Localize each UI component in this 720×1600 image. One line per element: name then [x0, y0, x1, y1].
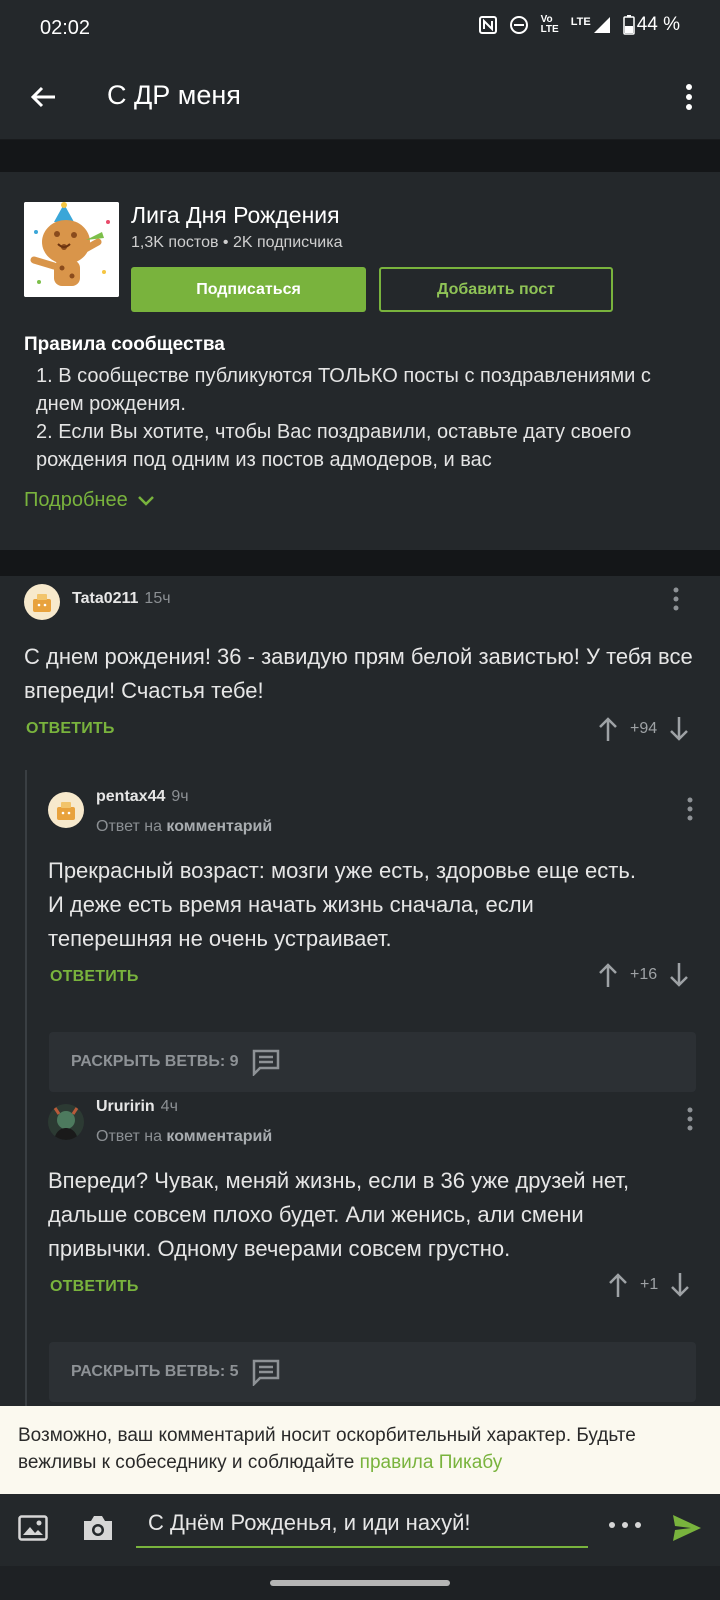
send-icon[interactable]: [672, 1514, 702, 1547]
expand-thread-button[interactable]: РАСКРЫТЬ ВЕТВЬ: 5: [49, 1342, 696, 1402]
comment-time: 9ч: [171, 788, 189, 805]
more-vert-icon[interactable]: [686, 1106, 694, 1132]
camera-icon[interactable]: [82, 1514, 114, 1547]
comment-author[interactable]: pentax44: [96, 788, 165, 805]
comment-time: 15ч: [144, 590, 171, 607]
rules-title: Правила сообщества: [24, 334, 225, 355]
thread-line: [25, 770, 27, 1406]
upvote-icon[interactable]: [598, 716, 618, 742]
comment-text: С днем рождения! 36 - завидую прям белой…: [24, 644, 693, 703]
reply-button[interactable]: ОТВЕТИТЬ: [50, 968, 139, 986]
vote-controls: +16: [598, 962, 689, 988]
more-vert-icon[interactable]: [686, 796, 694, 822]
more-vert-icon[interactable]: [684, 82, 694, 112]
reply-to-label[interactable]: Ответ на комментарий: [96, 818, 272, 836]
upvote-icon[interactable]: [608, 1272, 628, 1298]
community-name[interactable]: Лига Дня Рождения: [131, 202, 340, 229]
comment-text: Прекрасный возраст: мозги уже есть, здор…: [48, 858, 636, 951]
avatar[interactable]: [24, 584, 60, 620]
expand-thread-label: РАСКРЫТЬ ВЕТВЬ: 5: [71, 1363, 239, 1380]
add-post-button[interactable]: Добавить пост: [379, 267, 613, 312]
offensive-warning-banner: Возможно, ваш комментарий носит оскорбит…: [0, 1406, 720, 1494]
nfc-icon: [478, 16, 497, 34]
comment-score: +94: [630, 720, 658, 737]
more-horiz-icon[interactable]: [608, 1516, 642, 1534]
reply-button[interactable]: ОТВЕТИТЬ: [26, 720, 115, 738]
show-more-link[interactable]: Подробнее: [24, 489, 154, 512]
subscribe-button[interactable]: Подписаться: [131, 267, 366, 312]
comment-text: Впереди? Чувак, меняй жизнь, если в 36 у…: [48, 1168, 630, 1261]
downvote-icon[interactable]: [669, 716, 689, 742]
comment-input[interactable]: С Днём Рожденья, и иди нахуй!: [136, 1504, 588, 1548]
expand-thread-label: РАСКРЫТЬ ВЕТВЬ: 9: [71, 1053, 239, 1070]
show-more-label: Подробнее: [24, 489, 128, 511]
back-arrow-icon[interactable]: [28, 82, 58, 112]
app-bar: С ДР меня: [0, 58, 720, 140]
avatar[interactable]: [48, 1104, 84, 1140]
community-logo[interactable]: [24, 202, 119, 297]
status-bar: 02:02 Vo LTE LTE 44 %: [0, 0, 720, 58]
downvote-icon[interactable]: [669, 962, 689, 988]
status-time: 02:02: [40, 17, 91, 39]
comment-composer: С Днём Рожденья, и иди нахуй!: [0, 1494, 720, 1566]
divider: [0, 550, 720, 576]
downvote-icon[interactable]: [670, 1272, 690, 1298]
vote-controls: +94: [598, 716, 689, 742]
rules-link[interactable]: правила Пикабу: [360, 1452, 503, 1473]
avatar[interactable]: [48, 792, 84, 828]
home-gesture-handle[interactable]: [270, 1580, 450, 1586]
more-vert-icon[interactable]: [672, 586, 680, 612]
upvote-icon[interactable]: [598, 962, 618, 988]
comment-author[interactable]: Ururirin: [96, 1098, 155, 1115]
rules-text: 1. В сообществе публикуются ТОЛЬКО посты…: [36, 365, 651, 471]
battery-icon: 44 %: [622, 14, 680, 36]
comments-section: Tata0211 15ч С днем рождения! 36 - завиду…: [0, 576, 720, 1406]
comment-score: +16: [630, 966, 658, 983]
reply-button[interactable]: ОТВЕТИТЬ: [50, 1278, 139, 1296]
chevron-down-icon: [137, 495, 154, 506]
volte-icon: Vo LTE: [540, 14, 559, 35]
reply-to-label[interactable]: Ответ на комментарий: [96, 1128, 272, 1146]
page-title: С ДР меня: [107, 80, 241, 110]
image-icon[interactable]: [18, 1515, 48, 1546]
divider: [0, 140, 720, 172]
comment-icon: [252, 1359, 279, 1386]
vote-controls: +1: [608, 1272, 690, 1298]
warning-text: Возможно, ваш комментарий носит оскорбит…: [18, 1425, 636, 1473]
system-nav-bar: [0, 1566, 720, 1600]
signal-icon: LTE: [571, 16, 611, 34]
comment-author[interactable]: Tata0211: [72, 590, 138, 607]
battery-percent: 44 %: [636, 14, 680, 35]
community-stats: 1,3K постов • 2K подписчика: [131, 234, 343, 251]
comment-score: +1: [640, 1276, 659, 1293]
comment-time: 4ч: [160, 1098, 178, 1115]
community-card: Лига Дня Рождения 1,3K постов • 2K подпи…: [0, 172, 720, 550]
expand-thread-button[interactable]: РАСКРЫТЬ ВЕТВЬ: 9: [49, 1032, 696, 1092]
comment-icon: [252, 1049, 279, 1076]
dnd-icon: [509, 15, 529, 35]
